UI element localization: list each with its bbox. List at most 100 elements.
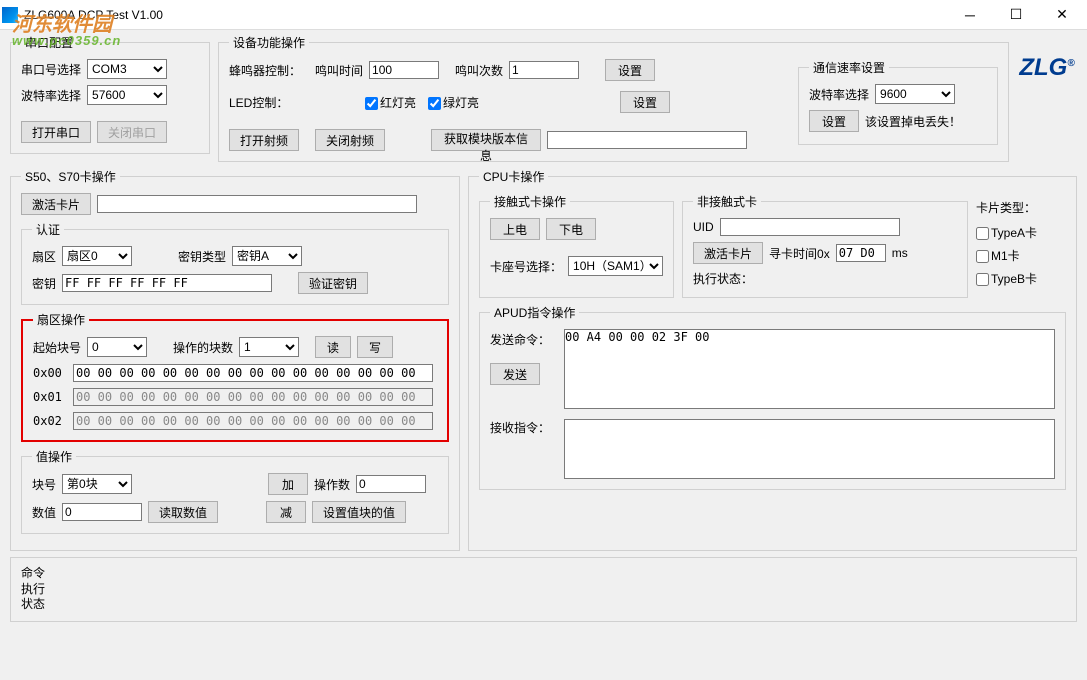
value-label: 数值 [32, 504, 56, 521]
buzz-time-label: 鸣叫时间 [315, 62, 363, 79]
cpu-card-group: CPU卡操作 接触式卡操作 上电 下电 卡座号选择： 10H（SAM1） 非接触… [468, 168, 1077, 551]
port-select[interactable]: COM3 [87, 59, 167, 79]
auth-legend: 认证 [32, 221, 64, 238]
set-value-button[interactable]: 设置值块的值 [312, 501, 406, 523]
m1-checkbox-label[interactable]: M1卡 [976, 247, 1020, 264]
device-ops-legend: 设备功能操作 [229, 34, 309, 51]
block-count-select[interactable]: 1 [239, 337, 299, 357]
led-set-button[interactable]: 设置 [620, 91, 670, 113]
write-button[interactable]: 写 [357, 336, 393, 358]
red-led-checkbox[interactable] [365, 97, 378, 110]
typea-checkbox[interactable] [976, 227, 989, 240]
add-button[interactable]: 加 [268, 473, 308, 495]
rate-set-button[interactable]: 设置 [809, 110, 859, 132]
apdu-group: APUD指令操作 发送命令： 发送 接收指令： [479, 304, 1066, 490]
contact-card-group: 接触式卡操作 上电 下电 卡座号选择： 10H（SAM1） [479, 193, 674, 298]
zlg-logo: ZLG® [1019, 54, 1074, 82]
start-block-label: 起始块号 [33, 339, 81, 356]
m1-checkbox[interactable] [976, 250, 989, 263]
cpu-legend: CPU卡操作 [479, 168, 548, 185]
open-serial-button[interactable]: 打开串口 [21, 121, 91, 143]
value-block-label: 块号 [32, 476, 56, 493]
send-cmd-input[interactable] [564, 329, 1055, 409]
auth-group: 认证 扇区 扇区0 密钥类型 密钥A 密钥 验证密钥 [21, 221, 449, 305]
green-led-checkbox[interactable] [428, 97, 441, 110]
typea-checkbox-label[interactable]: TypeA卡 [976, 224, 1037, 241]
activate-contactless-button[interactable]: 激活卡片 [693, 242, 763, 264]
block-data-0[interactable] [73, 364, 433, 382]
read-button[interactable]: 读 [315, 336, 351, 358]
verify-key-button[interactable]: 验证密钥 [298, 272, 368, 294]
device-ops-group: 设备功能操作 蜂鸣器控制： 鸣叫时间 鸣叫次数 设置 LED控制： 红灯亮 绿灯… [218, 34, 1009, 162]
card-type-label: 卡片类型： [976, 199, 1066, 216]
version-output[interactable] [547, 131, 747, 149]
start-block-select[interactable]: 0 [87, 337, 147, 357]
s50-s70-group: S50、S70卡操作 激活卡片 认证 扇区 扇区0 密钥类型 密钥A 密钥 验证… [10, 168, 460, 551]
title-bar: ZLG600A DCP Test V1.00 ─ ☐ ✕ [0, 0, 1087, 30]
recv-cmd-label: 接收指令： [490, 419, 556, 436]
green-led-checkbox-label[interactable]: 绿灯亮 [428, 94, 479, 111]
red-led-checkbox-label[interactable]: 红灯亮 [365, 94, 416, 111]
sector-select[interactable]: 扇区0 [62, 246, 132, 266]
buzz-count-label: 鸣叫次数 [455, 62, 503, 79]
comm-rate-legend: 通信速率设置 [809, 59, 889, 76]
seek-time-input[interactable] [836, 244, 886, 262]
value-block-select[interactable]: 第0块 [62, 474, 132, 494]
value-ops-legend: 值操作 [32, 448, 76, 465]
slot-select[interactable]: 10H（SAM1） [568, 256, 663, 276]
rate-baud-select[interactable]: 9600 [875, 84, 955, 104]
typeb-checkbox-label[interactable]: TypeB卡 [976, 270, 1037, 287]
op-count-input[interactable] [356, 475, 426, 493]
rate-warning: 该设置掉电丢失！ [865, 113, 961, 130]
port-label: 串口号选择 [21, 61, 81, 78]
block-data-1 [73, 388, 433, 406]
buzz-time-input[interactable] [369, 61, 439, 79]
contactless-legend: 非接触式卡 [693, 193, 761, 210]
value-input[interactable] [62, 503, 142, 521]
led-label: LED控制： [229, 94, 309, 111]
seek-time-label: 寻卡时间0x [769, 245, 830, 262]
get-version-button[interactable]: 获取模块版本信息 [431, 129, 541, 151]
power-on-button[interactable]: 上电 [490, 218, 540, 240]
keytype-select[interactable]: 密钥A [232, 246, 302, 266]
block-addr-2: 0x02 [33, 414, 67, 428]
send-cmd-label: 发送命令： [490, 329, 556, 349]
send-button[interactable]: 发送 [490, 363, 540, 385]
key-label: 密钥 [32, 275, 56, 292]
keytype-label: 密钥类型 [178, 248, 226, 265]
serial-config-group: 串口配置 串口号选择 COM3 波特率选择 57600 打开串口 关闭串口 [10, 34, 210, 154]
sector-ops-legend: 扇区操作 [33, 311, 89, 328]
close-button[interactable]: ✕ [1039, 0, 1085, 30]
activate-card-button[interactable]: 激活卡片 [21, 193, 91, 215]
contactless-card-group: 非接触式卡 UID 激活卡片 寻卡时间0x ms 执行状态： [682, 193, 968, 298]
card-type-group: 卡片类型： TypeA卡 M1卡 TypeB卡 [976, 193, 1066, 304]
sector-label: 扇区 [32, 248, 56, 265]
recv-cmd-output[interactable] [564, 419, 1055, 479]
power-off-button[interactable]: 下电 [546, 218, 596, 240]
sector-ops-group: 扇区操作 起始块号 0 操作的块数 1 读 写 0x00 0x01 [21, 311, 449, 442]
uid-output[interactable] [720, 218, 900, 236]
block-addr-1: 0x01 [33, 390, 67, 404]
sub-button[interactable]: 减 [266, 501, 306, 523]
rf-off-button[interactable]: 关闭射频 [315, 129, 385, 151]
activate-card-output[interactable] [97, 195, 417, 213]
baud-select[interactable]: 57600 [87, 85, 167, 105]
key-input[interactable] [62, 274, 272, 292]
read-value-button[interactable]: 读取数值 [148, 501, 218, 523]
app-icon [2, 7, 18, 23]
buzz-count-input[interactable] [509, 61, 579, 79]
rf-on-button[interactable]: 打开射频 [229, 129, 299, 151]
s50-legend: S50、S70卡操作 [21, 168, 120, 185]
serial-config-legend: 串口配置 [21, 34, 77, 51]
typeb-checkbox[interactable] [976, 273, 989, 286]
value-ops-group: 值操作 块号 第0块 加 操作数 数值 读取数值 减 设置值块的值 [21, 448, 449, 534]
block-addr-0: 0x00 [33, 366, 67, 380]
uid-label: UID [693, 220, 714, 234]
maximize-button[interactable]: ☐ [993, 0, 1039, 30]
buzzer-set-button[interactable]: 设置 [605, 59, 655, 81]
baud-label: 波特率选择 [21, 87, 81, 104]
close-serial-button[interactable]: 关闭串口 [97, 121, 167, 143]
buzzer-label: 蜂鸣器控制： [229, 62, 309, 79]
block-count-label: 操作的块数 [173, 339, 233, 356]
minimize-button[interactable]: ─ [947, 0, 993, 30]
